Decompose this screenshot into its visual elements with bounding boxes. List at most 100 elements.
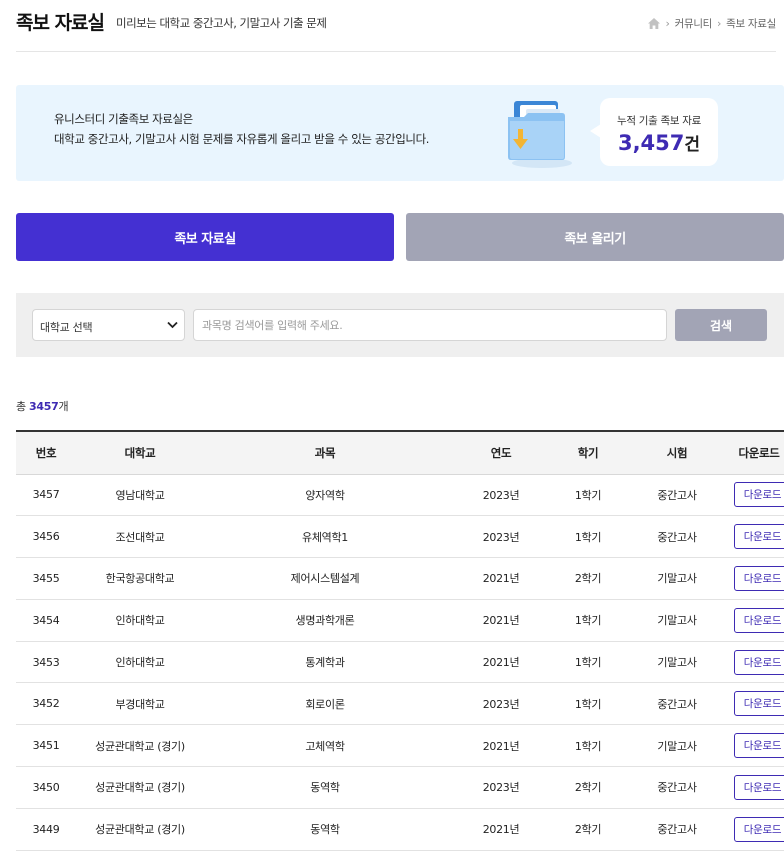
cell-download: 다운로드: [734, 766, 784, 809]
cell-university: 조선대학교: [76, 515, 204, 559]
cell-subject: 동역학: [204, 766, 446, 809]
stat-unit: 건: [684, 135, 701, 155]
cell-university: 인하대학교: [76, 641, 204, 684]
cell-semester: 1학기: [556, 641, 620, 684]
total-stat-card: 누적 기출 족보 자료 3,457건: [590, 98, 718, 166]
download-button[interactable]: 다운로드: [734, 565, 784, 591]
total-suffix: 개: [58, 400, 69, 413]
university-select-value: 대학교 선택: [40, 321, 93, 334]
cell-semester: 2학기: [556, 808, 620, 851]
column-header-download: 다운로드: [734, 430, 784, 475]
search-button[interactable]: 검색: [675, 309, 767, 341]
cell-university: 인하대학교: [76, 599, 204, 642]
cell-number: 3450: [16, 766, 76, 809]
column-header-exam: 시험: [620, 430, 734, 475]
cell-number: 3457: [16, 474, 76, 517]
cell-university: 성균관대학교 (경기): [76, 766, 204, 809]
cell-subject: 양자역학: [204, 474, 446, 517]
cell-subject: 통계학과: [204, 641, 446, 684]
search-input[interactable]: [193, 309, 667, 341]
cell-download: 다운로드: [734, 808, 784, 851]
page-header: 족보 자료실 미리보는 대학교 중간고사, 기말고사 기출 문제 › 커뮤니티 …: [16, 0, 776, 52]
cell-year: 2021년: [446, 724, 556, 768]
cell-year: 2021년: [446, 808, 556, 851]
download-button[interactable]: 다운로드: [734, 691, 784, 717]
stat-label: 누적 기출 족보 자료: [617, 115, 701, 127]
cell-university: 성균관대학교 (경기): [76, 724, 204, 768]
cell-university: 성균관대학교 (경기): [76, 808, 204, 851]
table-row: 3456 조선대학교 유체역학1 2023년 1학기 중간고사 다운로드: [16, 515, 784, 559]
stat-number: 3,457: [617, 131, 685, 155]
banner-description: 유니스터디 기출족보 자료실은 대학교 중간고사, 기말고사 시험 문제를 자유…: [54, 109, 429, 149]
cell-subject: 생명과학개론: [204, 599, 446, 642]
tab-upload[interactable]: 족보 올리기: [406, 213, 784, 261]
cell-number: 3451: [16, 724, 76, 768]
page-subtitle: 미리보는 대학교 중간고사, 기말고사 기출 문제: [116, 16, 327, 30]
cell-number: 3455: [16, 557, 76, 600]
university-select[interactable]: 대학교 선택: [32, 309, 185, 341]
cell-year: 2023년: [446, 682, 556, 726]
cell-download: 다운로드: [734, 474, 784, 517]
cell-exam: 기말고사: [620, 641, 734, 684]
download-button[interactable]: 다운로드: [734, 482, 784, 508]
download-button[interactable]: 다운로드: [734, 524, 784, 550]
cell-year: 2023년: [446, 474, 556, 517]
cell-year: 2023년: [446, 766, 556, 809]
cell-download: 다운로드: [734, 557, 784, 600]
download-button[interactable]: 다운로드: [734, 774, 784, 800]
column-header-number: 번호: [16, 430, 76, 475]
stat-value: 3,457건: [600, 130, 718, 155]
cell-year: 2021년: [446, 641, 556, 684]
chevron-down-icon: [167, 321, 178, 329]
download-button[interactable]: 다운로드: [734, 649, 784, 675]
cell-subject: 고체역학: [204, 724, 446, 768]
cell-year: 2021년: [446, 557, 556, 600]
table-row: 3455 한국항공대학교 제어시스템설계 2021년 2학기 기말고사 다운로드: [16, 557, 784, 600]
download-button[interactable]: 다운로드: [734, 733, 784, 759]
cell-number: 3449: [16, 808, 76, 851]
cell-semester: 1학기: [556, 515, 620, 559]
cell-subject: 동역학: [204, 808, 446, 851]
tab-archive[interactable]: 족보 자료실: [16, 213, 394, 261]
cell-download: 다운로드: [734, 515, 784, 559]
cell-semester: 1학기: [556, 474, 620, 517]
cell-exam: 중간고사: [620, 808, 734, 851]
cell-exam: 기말고사: [620, 557, 734, 600]
cell-semester: 2학기: [556, 557, 620, 600]
breadcrumb: › 커뮤니티 › 족보 자료실: [648, 16, 776, 31]
download-button[interactable]: 다운로드: [734, 607, 784, 633]
total-prefix: 총: [16, 400, 26, 413]
table-row: 3452 부경대학교 회로이론 2023년 1학기 중간고사 다운로드: [16, 682, 784, 726]
cell-exam: 중간고사: [620, 474, 734, 517]
table-header-row: 번호 대학교 과목 연도 학기 시험 다운로드: [16, 430, 784, 475]
search-panel: 대학교 선택 검색: [16, 293, 784, 357]
cell-year: 2021년: [446, 599, 556, 642]
breadcrumb-item-community[interactable]: 커뮤니티: [675, 16, 713, 31]
cell-number: 3456: [16, 515, 76, 559]
cell-number: 3453: [16, 641, 76, 684]
table-row: 3453 인하대학교 통계학과 2021년 1학기 기말고사 다운로드: [16, 641, 784, 684]
banner-line-2: 대학교 중간고사, 기말고사 시험 문제를 자유롭게 올리고 받을 수 있는 공…: [54, 132, 430, 146]
folder-download-icon: [502, 95, 578, 175]
cell-university: 한국항공대학교: [76, 557, 204, 600]
page-title: 족보 자료실: [16, 12, 105, 34]
cell-download: 다운로드: [734, 682, 784, 726]
intro-banner: 유니스터디 기출족보 자료실은 대학교 중간고사, 기말고사 시험 문제를 자유…: [16, 85, 784, 181]
cell-university: 영남대학교: [76, 474, 204, 517]
download-button[interactable]: 다운로드: [734, 816, 784, 842]
table-row: 3449 성균관대학교 (경기) 동역학 2021년 2학기 중간고사 다운로드: [16, 808, 784, 851]
table-row: 3454 인하대학교 생명과학개론 2021년 1학기 기말고사 다운로드: [16, 599, 784, 642]
cell-subject: 유체역학1: [204, 515, 446, 559]
cell-exam: 기말고사: [620, 599, 734, 642]
column-header-subject: 과목: [204, 430, 446, 475]
cell-university: 부경대학교: [76, 682, 204, 726]
cell-exam: 중간고사: [620, 682, 734, 726]
cell-download: 다운로드: [734, 724, 784, 768]
banner-line-1: 유니스터디 기출족보 자료실은: [54, 112, 193, 126]
total-number: 3457: [29, 400, 59, 413]
chevron-right-icon: ›: [665, 17, 670, 30]
cell-year: 2023년: [446, 515, 556, 559]
archive-table: 번호 대학교 과목 연도 학기 시험 다운로드 3457 영남대학교 양자역학 202…: [16, 430, 784, 851]
home-icon[interactable]: [648, 18, 661, 29]
cell-exam: 기말고사: [620, 724, 734, 768]
